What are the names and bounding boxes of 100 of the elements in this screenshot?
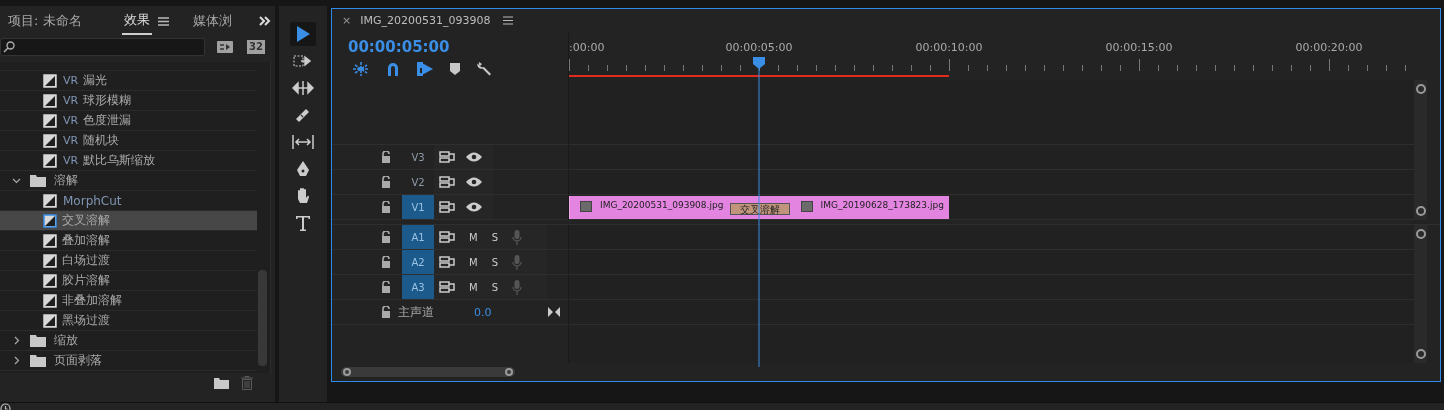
arrow-icon xyxy=(295,25,311,43)
search-field[interactable] xyxy=(0,38,205,56)
effect-icon xyxy=(43,293,57,308)
sync-lock-icon[interactable] xyxy=(439,231,455,243)
sync-lock-icon[interactable] xyxy=(439,151,455,163)
effect-icon xyxy=(43,253,57,268)
bowtie-icon[interactable] xyxy=(547,307,560,317)
folder-icon xyxy=(30,174,46,187)
folder-name[interactable]: 缩放 xyxy=(54,332,78,349)
sync-lock-icon[interactable] xyxy=(439,176,455,188)
mute-button[interactable]: M xyxy=(469,281,478,293)
eye-icon[interactable] xyxy=(466,177,482,187)
vr-label: VR xyxy=(63,134,79,147)
ripple-edit-icon xyxy=(292,81,314,95)
eye-icon[interactable] xyxy=(466,152,482,162)
master-volume[interactable]: 0.0 xyxy=(474,305,492,319)
hand-icon xyxy=(295,187,311,205)
track-select-icon xyxy=(293,54,313,68)
track-target[interactable]: V3 xyxy=(402,145,434,169)
folder-icon xyxy=(30,334,46,347)
track-target[interactable]: A1 xyxy=(402,225,434,249)
folder-name[interactable]: 页面剥落 xyxy=(54,352,102,369)
close-tab-button[interactable]: × xyxy=(342,13,352,27)
effect-name[interactable]: 胶片溶解 xyxy=(62,272,110,289)
solo-button[interactable]: S xyxy=(491,281,498,293)
transition[interactable]: 交叉溶解 xyxy=(730,203,790,215)
effect-row[interactable]: 交叉溶解 xyxy=(0,211,257,231)
effect-icon xyxy=(43,273,57,288)
mute-button[interactable]: M xyxy=(469,256,478,268)
chevron-right-icon[interactable] xyxy=(12,336,21,345)
accelerated-effects-icon[interactable] xyxy=(217,40,233,54)
chevron-down-icon[interactable] xyxy=(12,176,21,185)
effect-name[interactable]: 非叠加溶解 xyxy=(62,292,122,309)
fx-icon xyxy=(580,201,592,212)
folder-name[interactable]: 溶解 xyxy=(54,172,78,189)
lock-icon[interactable] xyxy=(381,231,391,243)
scrollbar[interactable] xyxy=(258,270,267,366)
clip-name: IMG_20200531_093908.jpg xyxy=(600,200,724,210)
effect-name[interactable]: MorphCut xyxy=(63,193,122,208)
lock-icon[interactable] xyxy=(381,306,391,318)
ruler-label: 00:00:15:00 xyxy=(1105,41,1173,54)
sequence-tab[interactable]: IMG_20200531_093908 xyxy=(360,13,491,27)
effect-name[interactable]: 叠加溶解 xyxy=(62,232,110,249)
settings-toggle-icon[interactable] xyxy=(477,61,492,76)
effect-icon xyxy=(43,233,57,248)
vr-label: VR xyxy=(63,114,79,127)
ruler-label: :00:00 xyxy=(569,41,605,54)
search-icon xyxy=(3,41,15,53)
lock-icon[interactable] xyxy=(381,201,391,213)
panel-tab[interactable]: 效果 xyxy=(121,7,152,35)
track-target[interactable]: A2 xyxy=(402,250,434,274)
panel-tab[interactable]: 项目: 未命名 xyxy=(6,8,84,34)
mute-button[interactable]: M xyxy=(469,231,478,243)
track-target[interactable]: V2 xyxy=(402,170,434,194)
effect-name[interactable]: 交叉溶解 xyxy=(62,212,110,229)
sync-lock-icon[interactable] xyxy=(439,256,455,268)
chevron-right-icon[interactable] xyxy=(12,356,21,365)
scrollbar[interactable] xyxy=(1414,80,1427,220)
effect-name[interactable]: 黑场过渡 xyxy=(62,312,110,329)
panel-tab[interactable]: 媒体浏 xyxy=(190,8,234,34)
effect-name[interactable]: 默比乌斯缩放 xyxy=(83,152,156,169)
zoom-scrollbar[interactable] xyxy=(341,367,515,377)
lock-icon[interactable] xyxy=(381,151,391,163)
32-bit-effects-icon[interactable]: 32 xyxy=(247,40,265,54)
menu-icon[interactable] xyxy=(503,15,514,25)
effect-icon xyxy=(43,193,57,208)
folder-icon xyxy=(30,354,46,367)
effect-name[interactable]: 随机块 xyxy=(83,132,120,149)
sync-lock-icon[interactable] xyxy=(439,201,455,213)
marker-toggle-icon[interactable] xyxy=(450,62,460,75)
linked-toggle-icon[interactable] xyxy=(417,61,433,76)
slip-icon xyxy=(292,134,314,150)
effect-name[interactable]: 色度泄漏 xyxy=(83,112,132,129)
solo-button[interactable]: S xyxy=(491,256,498,268)
scrollbar[interactable] xyxy=(1414,225,1427,363)
chevron-double-icon[interactable] xyxy=(259,16,271,26)
lock-icon[interactable] xyxy=(381,281,391,293)
effect-icon xyxy=(43,133,57,148)
ruler-label: 00:00:05:00 xyxy=(725,41,793,54)
menu-icon[interactable] xyxy=(157,16,169,26)
lock-icon[interactable] xyxy=(381,176,391,188)
new-folder-icon[interactable] xyxy=(214,377,229,389)
effect-name[interactable]: 漏光 xyxy=(83,72,108,89)
track-target[interactable]: V1 xyxy=(402,195,434,219)
track-target[interactable]: A3 xyxy=(402,275,434,299)
fx-icon xyxy=(800,201,813,212)
effect-icon xyxy=(43,313,57,328)
select-tool[interactable] xyxy=(290,22,316,46)
effect-icon xyxy=(43,213,57,228)
ruler-label: 00:00:10:00 xyxy=(915,41,983,54)
video-clip[interactable]: IMG_20200531_093908.jpg xyxy=(569,196,729,219)
effect-name[interactable]: 白场过渡 xyxy=(62,252,110,269)
sync-lock-icon[interactable] xyxy=(439,281,455,293)
solo-button[interactable]: S xyxy=(491,231,498,243)
type-tool-icon xyxy=(295,215,311,231)
eye-icon[interactable] xyxy=(466,202,482,212)
lock-icon[interactable] xyxy=(381,256,391,268)
effect-name[interactable]: 球形模糊 xyxy=(83,92,132,109)
snap-toggle-icon[interactable] xyxy=(386,61,400,76)
timecode[interactable]: 00:00:05:00 xyxy=(348,38,450,56)
